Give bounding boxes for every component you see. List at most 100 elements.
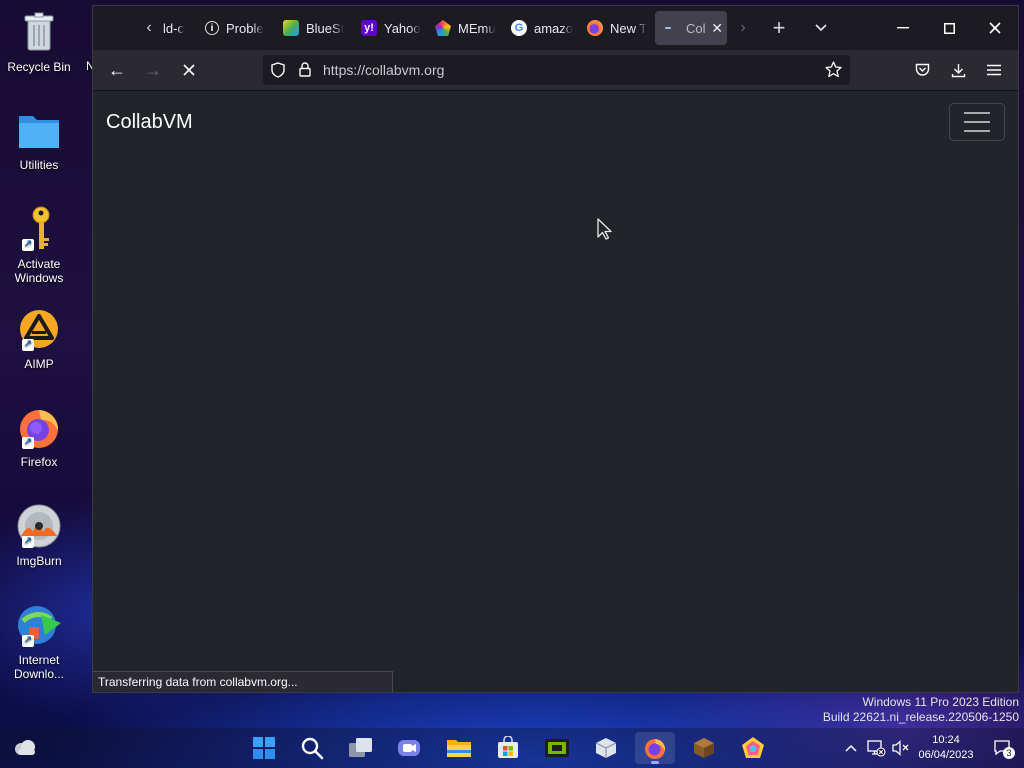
tab-scroll-right-button[interactable]: › (731, 15, 755, 41)
nvidia-icon (545, 739, 569, 757)
pocket-button[interactable] (908, 56, 936, 84)
tab-bluestacks[interactable]: BlueSt (275, 11, 345, 45)
watermark-edition: Windows 11 Pro 2023 Edition (862, 695, 1019, 709)
volume-muted-icon (892, 740, 909, 756)
desktop-icon-firefox[interactable]: ↗ Firefox (4, 403, 74, 469)
minimize-icon (897, 27, 909, 29)
network-status-button[interactable] (864, 728, 888, 768)
taskbar-file-explorer-button[interactable] (439, 732, 479, 764)
weather-cloud-icon (15, 740, 35, 755)
google-icon: G (511, 20, 527, 36)
desktop-icon-recycle-bin[interactable]: Recycle Bin (4, 8, 74, 74)
taskbar-task-view-button[interactable] (341, 732, 381, 764)
start-icon (253, 737, 275, 759)
pocket-icon (915, 63, 929, 76)
tracking-protection-shield-icon[interactable] (271, 62, 285, 78)
taskbar-clock[interactable]: 10:24 06/04/2023 (914, 733, 978, 763)
taskbar-memu-button[interactable] (733, 732, 773, 764)
address-bar[interactable]: https://collabvm.org (263, 55, 850, 85)
taskbar-nvidia-button[interactable] (537, 732, 577, 764)
site-brand-link[interactable]: CollabVM (106, 111, 193, 134)
clock-date: 06/04/2023 (918, 749, 974, 761)
notification-count-badge: 3 (1003, 747, 1015, 759)
folder-icon (15, 106, 63, 154)
web-page-content: CollabVM (93, 90, 1018, 692)
aimp-icon: ↗ (15, 305, 63, 353)
tab-collabvm[interactable]: Col ✕ (655, 11, 727, 45)
clock-time: 10:24 (932, 734, 960, 746)
tab-amazon[interactable]: G amazo (503, 11, 575, 45)
lock-icon[interactable] (299, 62, 311, 77)
stop-loading-button[interactable] (175, 56, 203, 84)
forward-button[interactable]: → (139, 56, 167, 84)
navigation-toolbar: ← → https://collabvm.org (93, 50, 1018, 90)
tab-label: amazo (534, 20, 574, 36)
status-bar: Transferring data from collabvm.org... (93, 671, 393, 692)
tab-memu[interactable]: MEmu (427, 11, 497, 45)
imgburn-icon: ↗ (15, 502, 63, 550)
tab-label: Proble (226, 20, 264, 36)
download-icon (951, 63, 965, 77)
taskbar-start-button[interactable] (244, 732, 284, 764)
shortcut-arrow-icon: ↗ (22, 437, 34, 449)
taskbar-search-button[interactable] (292, 732, 332, 764)
volume-button[interactable] (889, 728, 913, 768)
minimize-button[interactable] (880, 6, 926, 50)
app-menu-button[interactable] (980, 56, 1008, 84)
notification-center-button[interactable]: 3 (990, 728, 1016, 768)
hamburger-menu-icon (987, 64, 1001, 76)
show-hidden-icons-button[interactable] (841, 728, 861, 768)
bookmark-star-icon[interactable] (825, 61, 842, 78)
taskbar-firefox-button[interactable] (635, 732, 675, 764)
mouse-cursor-icon (597, 218, 612, 240)
info-icon: i (205, 21, 219, 35)
back-button[interactable]: ← (103, 56, 131, 84)
new-tab-button[interactable]: + (767, 15, 791, 41)
taskbar-minecraft-button[interactable] (684, 732, 724, 764)
tab-label: MEmu (458, 20, 496, 36)
chevron-down-icon (815, 24, 827, 32)
downloads-button[interactable] (944, 56, 972, 84)
chevron-right-icon: › (740, 19, 746, 36)
navbar-toggle-button[interactable] (949, 103, 1005, 141)
arrow-right-icon: → (144, 59, 162, 80)
toggler-bar (964, 121, 990, 123)
taskbar-store-button[interactable] (488, 732, 528, 764)
desktop-icon-utilities[interactable]: Utilities (4, 106, 74, 172)
desktop-icon-imgburn[interactable]: ↗ ImgBurn (4, 502, 74, 568)
taskbar: 10:24 06/04/2023 3 (0, 728, 1024, 768)
chevron-up-icon (845, 744, 857, 752)
plus-icon: + (772, 15, 786, 40)
list-all-tabs-button[interactable] (809, 15, 833, 41)
tab-yahoo[interactable]: y! Yahoo (353, 11, 425, 45)
desktop-icon-activate-windows[interactable]: ↗ Activate Windows (4, 205, 74, 285)
toggler-bar (964, 112, 990, 114)
key-icon: ↗ (15, 205, 63, 253)
url-text[interactable]: https://collabvm.org (323, 62, 444, 78)
tab-strip: ‹ ld-c i Proble BlueSt y! Yahoo MEmu G a… (93, 6, 1018, 50)
tab-problem[interactable]: i Proble (197, 11, 267, 45)
file-explorer-icon (447, 740, 471, 757)
browser-window: ‹ ld-c i Proble BlueSt y! Yahoo MEmu G a… (92, 5, 1019, 693)
tab-label: BlueSt (306, 20, 345, 36)
watermark-build: Build 22621.ni_release.220506-1250 (822, 710, 1019, 724)
close-window-button[interactable] (972, 6, 1018, 50)
tab-new-tab[interactable]: New T (579, 11, 649, 45)
tab-ld[interactable]: ld-c (155, 11, 195, 45)
toggler-bar (964, 130, 990, 132)
search-icon (301, 737, 324, 760)
shortcut-arrow-icon: ↗ (22, 635, 34, 647)
maximize-button[interactable] (926, 6, 972, 50)
tab-label: Yahoo (384, 20, 421, 36)
chat-icon (398, 740, 420, 756)
taskbar-chat-button[interactable] (389, 732, 429, 764)
tab-label: New T (610, 20, 648, 36)
desktop-icon-internet-download-manager[interactable]: ↗ Internet Downlo... (4, 601, 74, 681)
weather-widget-button[interactable] (8, 728, 42, 768)
close-tab-icon[interactable]: ✕ (711, 20, 723, 37)
stop-icon (183, 64, 195, 76)
memu-icon (435, 20, 451, 36)
taskbar-package-button[interactable] (586, 732, 626, 764)
desktop-icon-label: Activate Windows (14, 257, 64, 285)
desktop-icon-aimp[interactable]: ↗ AIMP (4, 305, 74, 371)
